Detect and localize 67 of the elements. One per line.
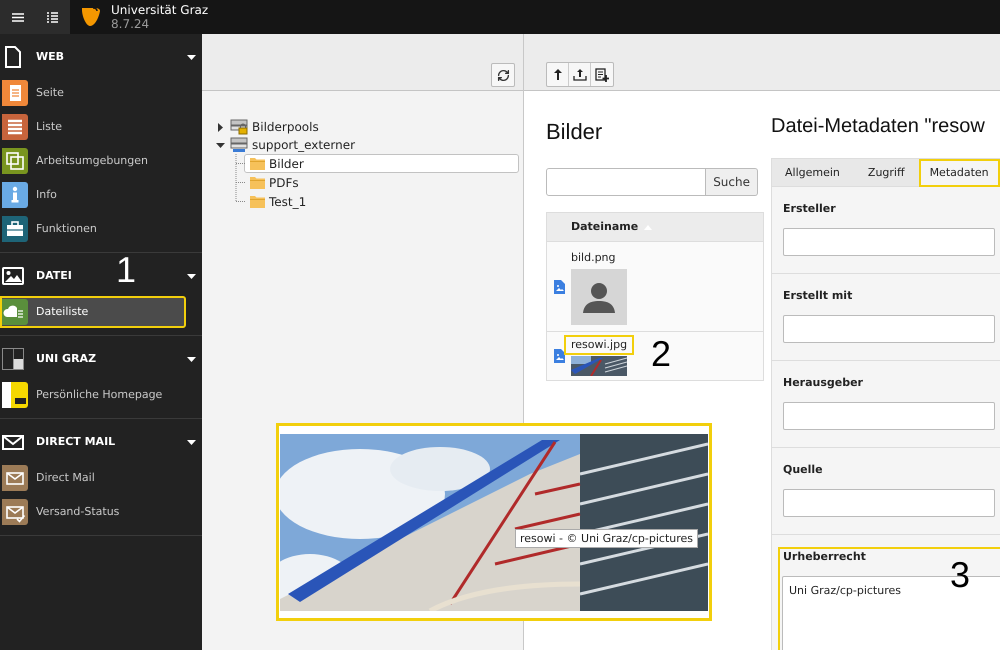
- file-plus-icon: [595, 68, 609, 82]
- sidebar-item[interactable]: Arbeitsumgebungen: [0, 145, 186, 177]
- tree-item[interactable]: support_externer: [228, 136, 360, 154]
- file-name-link[interactable]: bild.png: [564, 248, 623, 268]
- search-button[interactable]: Suche: [706, 168, 758, 196]
- tree-item[interactable]: PDFs: [244, 173, 519, 192]
- refresh-icon: [496, 68, 510, 82]
- sidebar-group-header[interactable]: WEB: [0, 39, 64, 75]
- sidebar-group-header[interactable]: UNI GRAZ: [0, 341, 96, 377]
- tab[interactable]: Zugriff: [856, 159, 916, 187]
- sidebar-item[interactable]: Liste: [0, 111, 186, 143]
- sidebar-item[interactable]: Seite: [0, 77, 186, 109]
- field-label: Ersteller: [783, 201, 837, 217]
- arrow-up-icon: [554, 69, 562, 80]
- caret-icon[interactable]: [216, 140, 225, 150]
- folder-icon: [250, 158, 265, 170]
- caret-icon[interactable]: [187, 438, 196, 446]
- avatar-placeholder: [571, 269, 627, 325]
- image-file-icon: [554, 280, 564, 294]
- tree-item[interactable]: Test_1: [244, 192, 519, 211]
- upload-icon: [572, 68, 586, 80]
- list-icon: [47, 12, 58, 22]
- logo-icon: [81, 6, 101, 28]
- sidebar-group-header[interactable]: DATEI: [0, 258, 72, 294]
- version-label: 8.7.24: [111, 17, 150, 31]
- field-label: Urheberrecht: [782, 549, 867, 565]
- site-title: Universität Graz: [111, 3, 208, 17]
- page-icon: [2, 46, 24, 68]
- image-file-icon: [554, 349, 564, 363]
- field-label: Herausgeber: [783, 375, 864, 391]
- text-field[interactable]: [783, 489, 995, 517]
- drive-icon: [230, 137, 248, 153]
- tab[interactable]: Metadaten: [918, 159, 1000, 187]
- image-icon: [2, 265, 24, 287]
- search-field[interactable]: [546, 168, 706, 196]
- sidebar-item[interactable]: Persönliche Homepage: [0, 379, 186, 411]
- page-title: Bilder: [546, 119, 604, 145]
- photo-thumbnail: [571, 356, 627, 376]
- form-title: Datei-Metadaten "resow: [771, 114, 986, 139]
- refresh-button[interactable]: [491, 63, 515, 87]
- caret-icon[interactable]: [187, 52, 196, 62]
- sidebar-item[interactable]: Versand-Status: [0, 496, 186, 528]
- tab[interactable]: Allgemein: [774, 159, 851, 187]
- menu-icon: [12, 12, 24, 22]
- folder-icon: [250, 196, 265, 208]
- field-label: Quelle: [783, 462, 824, 478]
- sidebar-item[interactable]: Dateiliste: [0, 296, 186, 328]
- text-field[interactable]: [783, 228, 995, 256]
- file-name-link[interactable]: resowi.jpg: [564, 335, 634, 355]
- callout-number: 1: [116, 252, 136, 288]
- text-field[interactable]: [783, 315, 995, 343]
- sidebar-item[interactable]: Funktionen: [0, 213, 186, 245]
- grid-icon: [2, 348, 24, 370]
- caret-icon[interactable]: [216, 122, 225, 132]
- field-label: Erstellt mit: [783, 288, 854, 304]
- caret-icon[interactable]: [187, 354, 196, 364]
- callout-number: 2: [651, 336, 672, 372]
- tree-item[interactable]: Bilder: [244, 154, 519, 173]
- tree-item[interactable]: Bilderpools: [228, 118, 324, 136]
- locked-drive-icon: [230, 119, 248, 135]
- text-field[interactable]: [783, 402, 995, 430]
- folder-icon: [250, 176, 265, 188]
- caret-icon[interactable]: [187, 272, 196, 280]
- sidebar-item[interactable]: Direct Mail: [0, 462, 186, 494]
- sidebar-item[interactable]: Info: [0, 179, 186, 211]
- sidebar-group-header[interactable]: DIRECT MAIL: [0, 424, 116, 460]
- image-caption: resowi - © Uni Graz/cp-pictures: [515, 529, 698, 548]
